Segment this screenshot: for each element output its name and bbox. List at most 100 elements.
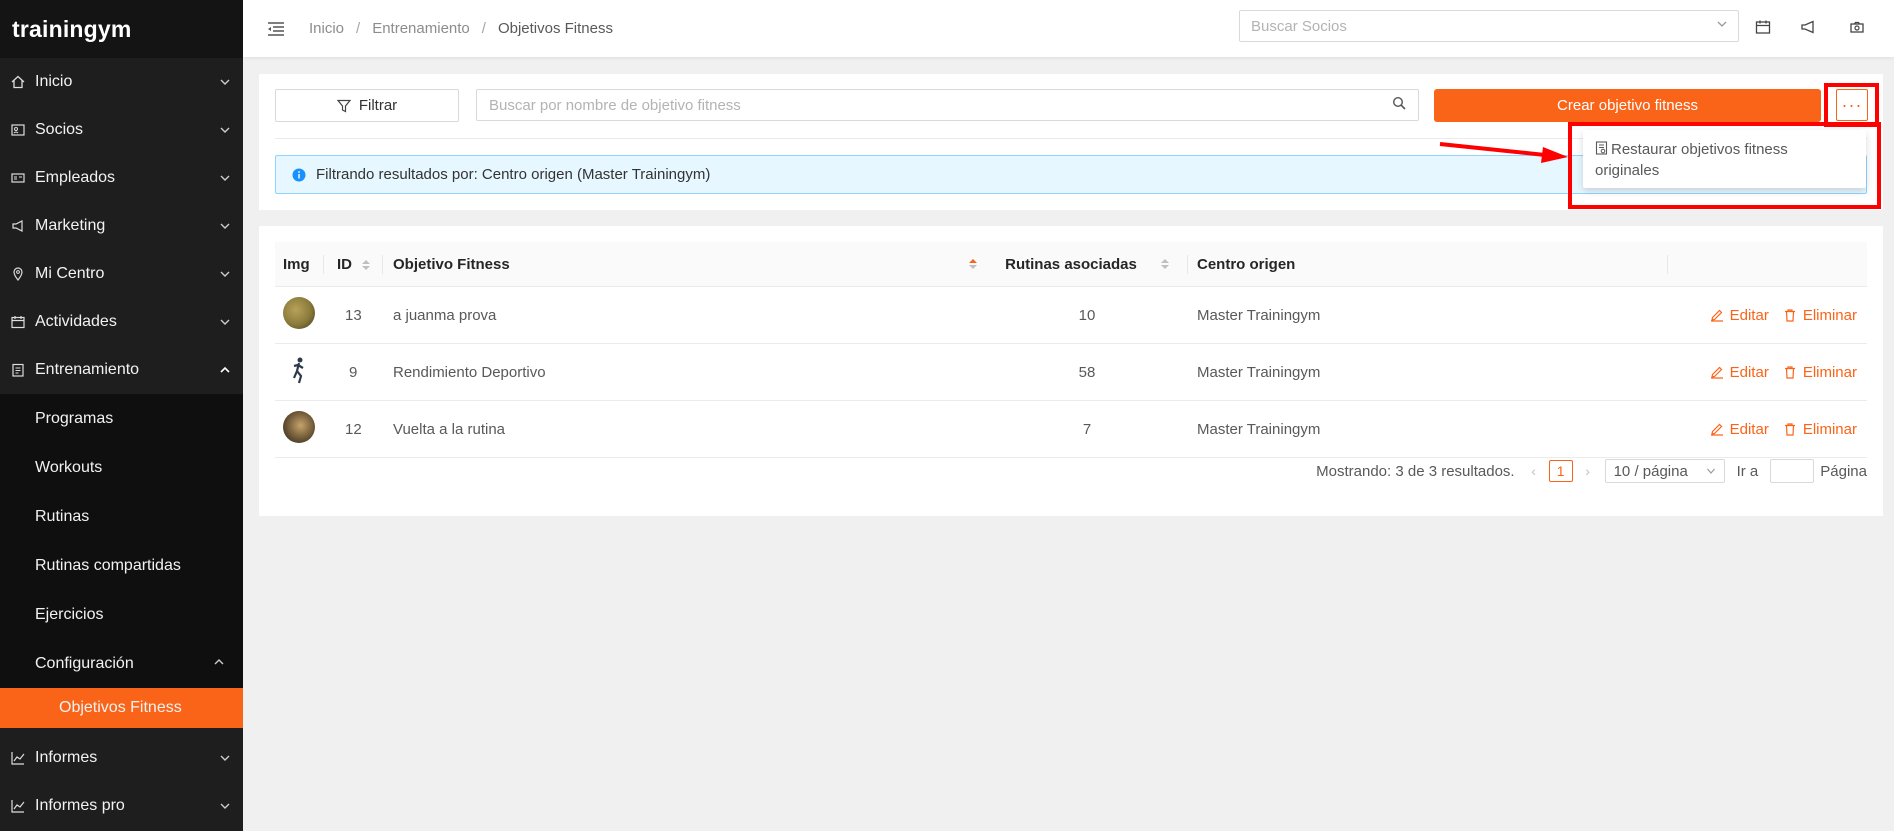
filter-button[interactable]: Filtrar <box>275 89 459 122</box>
table-panel: Img ID Objetivo Fitness Rutinas asociada… <box>259 226 1883 516</box>
sidebar-subitem-ejercicios[interactable]: Ejercicios <box>0 590 243 639</box>
delete-button[interactable]: Eliminar <box>1783 421 1857 438</box>
column-header-id-label: ID <box>337 255 352 273</box>
info-icon <box>292 168 306 182</box>
goal-image-avatar <box>283 411 315 443</box>
table-header: Img ID Objetivo Fitness Rutinas asociada… <box>275 242 1867 287</box>
sidebar-item-label: Socios <box>35 121 84 138</box>
edit-label: Editar <box>1729 306 1769 324</box>
trash-icon <box>1783 365 1797 379</box>
sidebar-item-actividades[interactable]: Actividades <box>0 298 243 346</box>
chevron-down-icon <box>219 124 231 136</box>
sidebar-item-empleados[interactable]: Empleados <box>0 154 243 202</box>
sidebar-item-label: Actividades <box>35 313 117 330</box>
column-header-center: Centro origen <box>1197 255 1296 273</box>
page-size-select[interactable]: 10 / página <box>1604 459 1725 483</box>
sidebar-item-label: Mi Centro <box>35 265 105 282</box>
member-search-input[interactable] <box>1251 17 1716 35</box>
page-label: Página <box>1820 462 1867 480</box>
calendar-icon[interactable] <box>1755 19 1771 35</box>
edit-button[interactable]: Editar <box>1710 307 1769 324</box>
column-divider <box>382 255 383 274</box>
cell-id: 12 <box>345 420 362 438</box>
pagination-summary: Mostrando: 3 de 3 resultados. <box>1316 462 1515 480</box>
sidebar-item-mi-centro[interactable]: Mi Centro <box>0 250 243 298</box>
chevron-down-icon <box>219 76 231 88</box>
edit-button[interactable]: Editar <box>1710 421 1769 438</box>
search-icon[interactable] <box>1392 96 1406 115</box>
top-header: Inicio / Entrenamiento / Objetivos Fitne… <box>243 0 1894 57</box>
column-header-id[interactable]: ID <box>323 256 382 273</box>
cell-center: Master Trainingym <box>1197 306 1321 324</box>
sidebar-subitem-workouts[interactable]: Workouts <box>0 443 243 492</box>
table-row: 12 Vuelta a la rutina 7 Master Trainingy… <box>275 401 1867 458</box>
megaphone-icon <box>11 219 25 233</box>
edit-pencil-icon <box>1710 422 1724 436</box>
sidebar-subitem-objetivos-fitness[interactable]: Objetivos Fitness <box>0 688 243 728</box>
create-goal-button[interactable]: Crear objetivo fitness <box>1434 89 1821 122</box>
edit-button[interactable]: Editar <box>1710 364 1769 381</box>
cell-routines: 58 <box>1078 363 1096 381</box>
column-divider <box>1667 255 1668 274</box>
sidebar-item-informes-pro[interactable]: Informes pro <box>0 782 243 830</box>
edit-label: Editar <box>1729 363 1769 381</box>
sidebar-item-label: Marketing <box>35 217 106 234</box>
prev-page-icon[interactable]: ‹ <box>1529 463 1539 479</box>
delete-button[interactable]: Eliminar <box>1783 307 1857 324</box>
delete-button[interactable]: Eliminar <box>1783 364 1857 381</box>
goto-page-input[interactable] <box>1770 459 1815 483</box>
next-page-icon[interactable]: › <box>1583 463 1593 479</box>
sidebar-subitem-programas[interactable]: Programas <box>0 394 243 443</box>
column-header-goal[interactable]: Objetivo Fitness <box>382 256 987 273</box>
sidebar-subitem-rutinas-compartidas[interactable]: Rutinas compartidas <box>0 541 243 590</box>
column-header-routines[interactable]: Rutinas asociadas <box>987 256 1187 273</box>
column-divider <box>1187 255 1188 274</box>
column-header-img: Img <box>283 255 310 273</box>
highlight-box-more <box>1824 83 1879 127</box>
goal-image-avatar <box>283 354 315 386</box>
column-divider <box>323 255 324 274</box>
sidebar-subitem-label: Configuración <box>35 654 134 672</box>
cell-center: Master Trainingym <box>1197 420 1321 438</box>
chevron-down-icon <box>219 268 231 280</box>
menu-fold-icon[interactable] <box>267 20 285 38</box>
trash-icon <box>1783 308 1797 322</box>
breadcrumb-inicio[interactable]: Inicio <box>309 20 344 37</box>
annotation-arrow-icon <box>1439 142 1568 163</box>
breadcrumb-separator: / <box>481 20 486 37</box>
camera-icon[interactable] <box>1849 19 1865 35</box>
id-card-icon <box>11 123 25 137</box>
sidebar: trainingym Inicio Socios Empleados Marke… <box>0 0 243 831</box>
cell-routines: 7 <box>1082 420 1092 438</box>
chevron-down-icon <box>219 752 231 764</box>
sidebar-item-label: Entrenamiento <box>35 361 140 378</box>
member-search-select[interactable] <box>1239 10 1739 42</box>
line-chart-icon <box>11 751 25 765</box>
megaphone-icon[interactable] <box>1800 19 1816 35</box>
page-size-value: 10 / página <box>1613 462 1688 480</box>
chevron-down-icon <box>1706 468 1715 474</box>
line-chart-icon <box>11 799 25 813</box>
sidebar-subitem-configuracion[interactable]: Configuración <box>0 639 243 688</box>
sort-icon <box>969 259 977 269</box>
sidebar-item-entrenamiento[interactable]: Entrenamiento <box>0 346 243 394</box>
goal-search-field[interactable] <box>476 89 1419 121</box>
cell-id: 9 <box>349 363 358 381</box>
badge-icon <box>11 171 25 185</box>
edit-pencil-icon <box>1710 365 1724 379</box>
cell-routines: 10 <box>1078 306 1096 324</box>
sort-icon <box>362 259 370 270</box>
sidebar-item-informes[interactable]: Informes <box>0 734 243 782</box>
sidebar-subitem-rutinas[interactable]: Rutinas <box>0 492 243 541</box>
chevron-down-icon <box>1716 17 1728 35</box>
sidebar-item-marketing[interactable]: Marketing <box>0 202 243 250</box>
sidebar-item-inicio[interactable]: Inicio <box>0 58 243 106</box>
breadcrumb-entrenamiento[interactable]: Entrenamiento <box>372 20 470 37</box>
sidebar-item-socios[interactable]: Socios <box>0 106 243 154</box>
chevron-down-icon <box>219 172 231 184</box>
page-button-current[interactable]: 1 <box>1548 460 1573 482</box>
delete-label: Eliminar <box>1802 306 1857 324</box>
chevron-down-icon <box>219 220 231 232</box>
goal-search-input[interactable] <box>489 96 1392 114</box>
sidebar-submenu-entrenamiento: Programas Workouts Rutinas Rutinas compa… <box>0 394 243 728</box>
